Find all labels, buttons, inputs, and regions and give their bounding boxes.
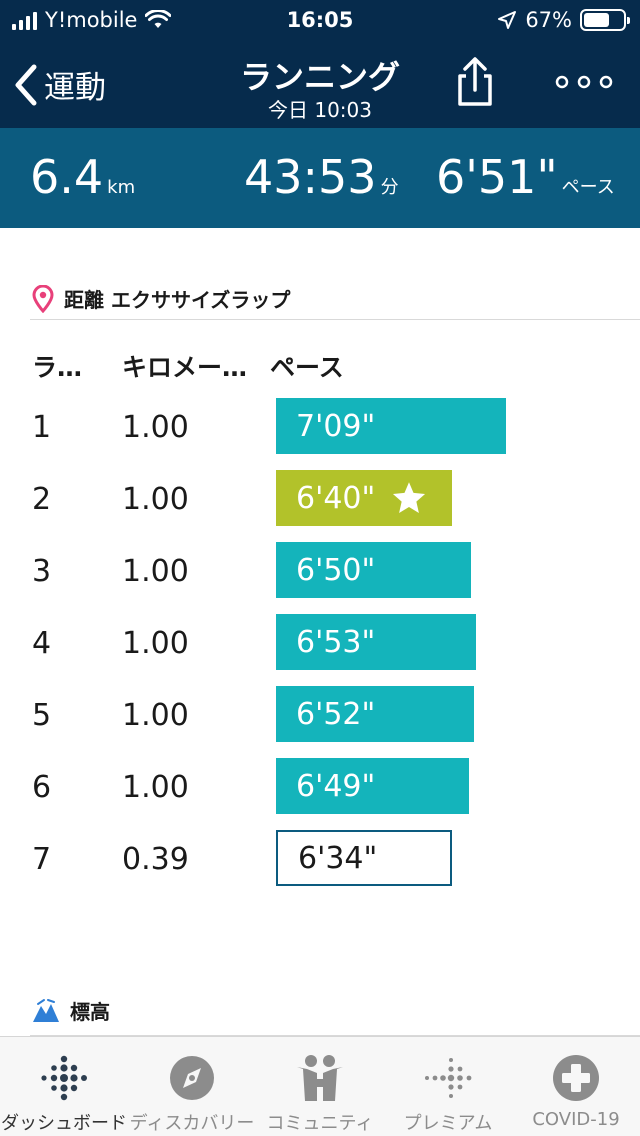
tab-covid19[interactable]: COVID-19 (512, 1037, 640, 1136)
lap-row: 2 1.00 6'40" (0, 470, 640, 528)
pace-label: 6'52" (296, 696, 376, 732)
plus-circle-icon (553, 1055, 599, 1101)
page-subtitle: 今日 10:03 (268, 98, 372, 122)
lap-number: 7 (32, 842, 52, 877)
column-header-lap: ラ… (32, 353, 83, 382)
tab-label: コミュニティ (266, 1113, 374, 1134)
tab-community[interactable]: コミュニティ (256, 1037, 384, 1136)
community-icon (297, 1055, 343, 1101)
star-icon (393, 482, 426, 513)
top-bar: Y!mobile 16:05 67% 運動 ランニング 今日 10:03 (0, 0, 640, 128)
pace-label: 6'53" (296, 624, 376, 660)
elevation-section-title: 標高 (70, 1000, 110, 1024)
dashboard-icon (41, 1055, 87, 1101)
status-bar: Y!mobile 16:05 67% (0, 0, 640, 40)
pace-bar: 7'09" (276, 398, 506, 454)
pace-bar: 6'53" (276, 614, 476, 670)
elevation-section-header: 標高 (32, 996, 110, 1025)
premium-icon (425, 1058, 472, 1098)
lap-number: 6 (32, 770, 52, 805)
more-icon[interactable] (554, 70, 614, 94)
lap-distance: 1.00 (122, 410, 189, 445)
page-title: ランニング (239, 58, 400, 96)
battery-icon (580, 9, 630, 31)
divider (30, 319, 640, 320)
lap-row: 5 1.00 6'52" (0, 686, 640, 744)
tab-discovery[interactable]: ディスカバリー (128, 1037, 256, 1136)
lap-distance: 1.00 (122, 626, 189, 661)
tab-label: ディスカバリー (129, 1113, 255, 1134)
compass-icon (170, 1056, 214, 1100)
pace-bar: 6'49" (276, 758, 469, 814)
pace-value: 6'51" (436, 150, 558, 204)
tab-bar: ダッシュボード ディスカバリー コミュニティ プレミアム COVID-19 (0, 1036, 640, 1136)
location-arrow-icon (498, 11, 517, 29)
pace-label: 6'50" (296, 552, 376, 588)
pace-bar: 6'52" (276, 686, 474, 742)
tab-label: プレミアム (403, 1113, 493, 1134)
share-icon[interactable] (452, 56, 498, 108)
lap-distance: 1.00 (122, 770, 189, 805)
summary-band: 6.4 km 43:53 分 6'51" ペース (0, 128, 640, 228)
lap-row: 3 1.00 6'50" (0, 542, 640, 600)
duration-value: 43:53 (244, 150, 377, 204)
distance-stat: 6.4 km (30, 150, 135, 204)
mountain-icon (33, 998, 59, 1022)
pace-label: 7'09" (296, 408, 376, 444)
laps-section-title: 距離 エクササイズラップ (64, 288, 291, 312)
laps-section-header: 距離 エクササイズラップ (32, 284, 290, 313)
lap-distance: 1.00 (122, 482, 189, 517)
pace-bar: 6'50" (276, 542, 471, 598)
lap-distance: 1.00 (122, 554, 189, 589)
lap-number: 5 (32, 698, 52, 733)
pace-unit: ペース (561, 177, 615, 198)
column-header-km: キロメー… (122, 353, 248, 382)
lap-row: 6 1.00 6'49" (0, 758, 640, 816)
pace-label: 6'34" (298, 840, 378, 876)
distance-value: 6.4 (30, 150, 104, 204)
lap-row: 1 1.00 7'09" (0, 398, 640, 456)
duration-stat: 43:53 分 (244, 150, 399, 204)
lap-row: 7 0.39 6'34" (0, 830, 640, 888)
lap-distance: 0.39 (122, 842, 189, 877)
duration-unit: 分 (380, 177, 399, 198)
tab-dashboard[interactable]: ダッシュボード (0, 1037, 128, 1136)
lap-distance: 1.00 (122, 698, 189, 733)
lap-number: 4 (32, 626, 52, 661)
tab-label: COVID-19 (532, 1109, 620, 1130)
lap-number: 2 (32, 482, 52, 517)
pace-label: 6'49" (296, 768, 376, 804)
pace-bar-partial: 6'34" (276, 830, 452, 886)
pace-bar-best: 6'40" (276, 470, 452, 526)
lap-row: 4 1.00 6'53" (0, 614, 640, 672)
status-right: 67% (497, 8, 630, 32)
pace-stat: 6'51" ペース (436, 150, 615, 204)
distance-unit: km (107, 177, 136, 198)
pace-label: 6'40" (296, 480, 376, 516)
location-pin-icon (32, 284, 54, 313)
lap-number: 3 (32, 554, 52, 589)
tab-premium[interactable]: プレミアム (384, 1037, 512, 1136)
lap-number: 1 (32, 410, 52, 445)
nav-bar: 運動 ランニング 今日 10:03 (0, 44, 640, 128)
column-header-pace: ペース (270, 353, 344, 382)
battery-percent: 67% (525, 8, 572, 32)
